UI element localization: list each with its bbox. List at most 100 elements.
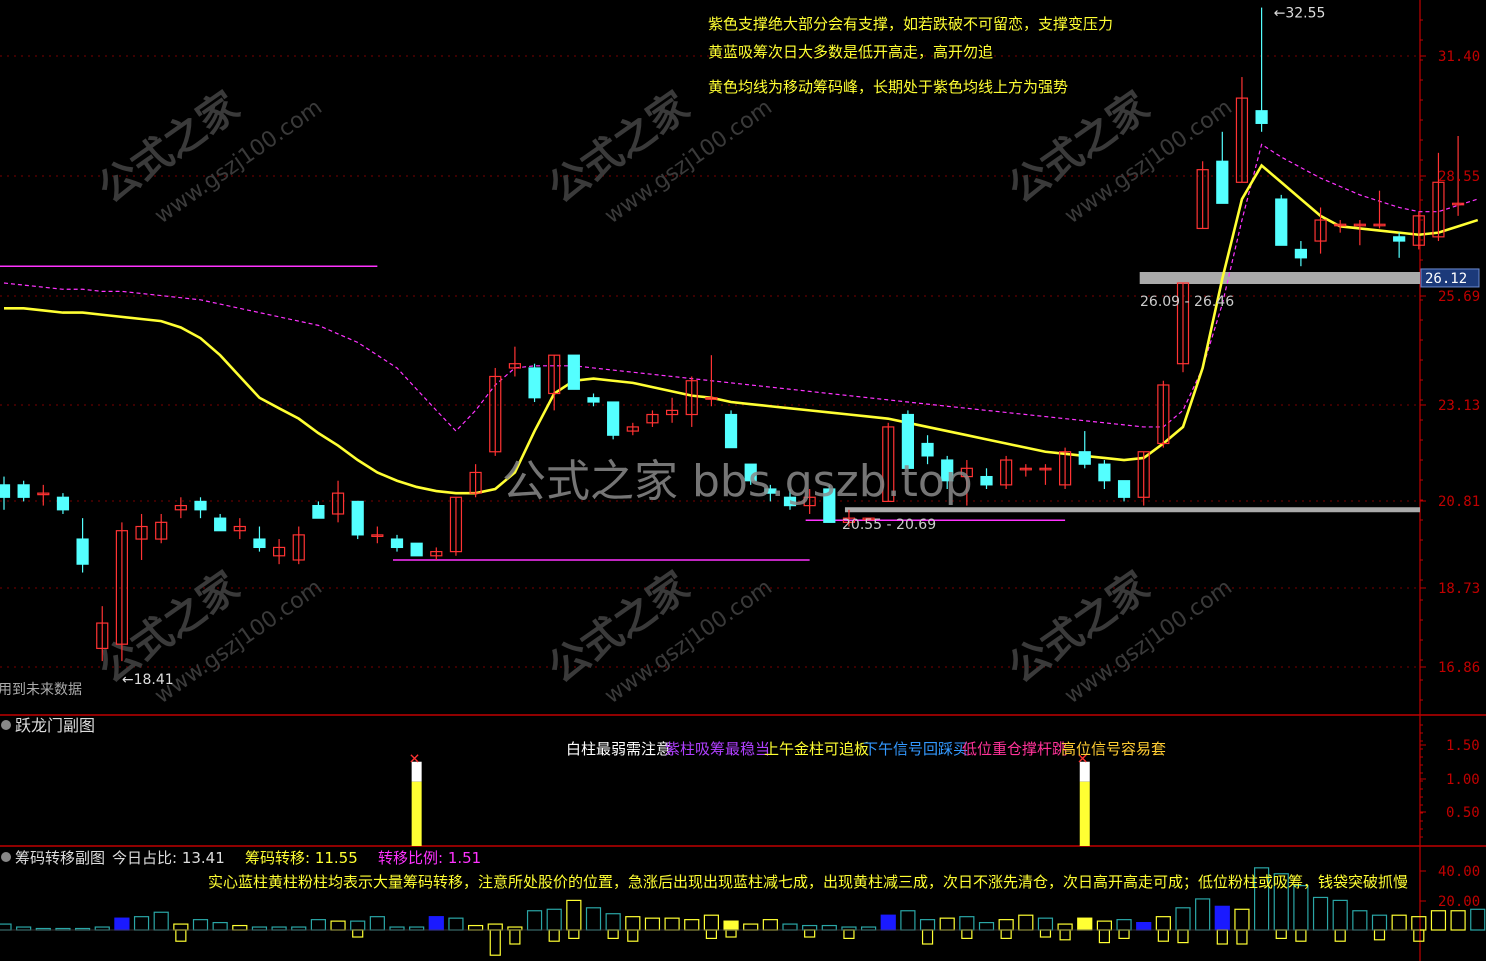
chip-transfer-neg-bar bbox=[568, 929, 580, 939]
sub1-collapse-icon bbox=[1, 720, 11, 730]
chip-transfer-bar bbox=[762, 919, 778, 931]
main-tick-label: 25.69 bbox=[1438, 289, 1480, 305]
chip-transfer-bar bbox=[487, 923, 503, 931]
high-marker-label: ←32.55 bbox=[1274, 6, 1326, 22]
chip-transfer-bar bbox=[1057, 923, 1073, 931]
chip-transfer-bar bbox=[1037, 917, 1054, 931]
candle-down bbox=[1078, 451, 1091, 465]
chip-transfer-bar bbox=[232, 924, 248, 931]
signal-legend-text: 紫柱吸筹最稳当 bbox=[665, 740, 770, 758]
signal-bar-yellow bbox=[1079, 781, 1090, 846]
chip-transfer-bar bbox=[350, 920, 366, 931]
chip-transfer-bar bbox=[212, 921, 228, 931]
chip-transfer-bar bbox=[526, 910, 543, 931]
chip-transfer-bar bbox=[428, 916, 444, 931]
signal-legend-text: 低位重仓撑杆跳 bbox=[962, 740, 1067, 758]
chip-transfer-bar bbox=[1470, 908, 1486, 931]
chip-transfer-bar bbox=[310, 919, 326, 931]
chip-transfer-bar bbox=[880, 914, 896, 931]
chip-transfer-bar bbox=[114, 917, 130, 931]
chip-transfer-bar bbox=[585, 907, 602, 931]
main-tick-label: 23.13 bbox=[1438, 398, 1480, 414]
signal-legend-text: 上午金柱可追板 bbox=[764, 740, 869, 758]
chip-transfer-bar bbox=[16, 926, 32, 931]
chip-transfer-neg-bar bbox=[352, 929, 364, 938]
watermark-tile-cn: 公式之家 bbox=[540, 83, 697, 212]
candle-down bbox=[410, 542, 423, 557]
candle-down bbox=[17, 484, 30, 498]
chip-transfer-bar bbox=[271, 926, 287, 931]
main-tick-label: 28.55 bbox=[1438, 169, 1480, 185]
candle-down bbox=[253, 538, 266, 549]
candle-down bbox=[214, 517, 227, 532]
strategy-note: 黄色均线为移动筹码峰，长期处于紫色均线上方为强势 bbox=[708, 78, 1068, 96]
candle-down bbox=[1117, 480, 1131, 498]
chip-transfer-neg-bar bbox=[1275, 929, 1287, 939]
main-tick-label: 20.81 bbox=[1438, 494, 1480, 510]
low-marker-label: ←18.41 bbox=[122, 672, 174, 688]
chip-transfer-bar bbox=[330, 920, 346, 931]
candle-down bbox=[1216, 160, 1229, 204]
chip-transfer-bar bbox=[625, 916, 641, 931]
chip-transfer-bar bbox=[448, 917, 464, 931]
candle-down bbox=[1275, 198, 1288, 246]
candle-down bbox=[567, 354, 580, 390]
chip-transfer-neg-bar bbox=[1000, 929, 1012, 939]
chip-transfer-bar bbox=[389, 926, 405, 931]
chip-transfer-bar bbox=[978, 921, 995, 931]
chip-transfer-bar bbox=[1352, 910, 1368, 931]
sub1-tick-label: 0.50 bbox=[1446, 805, 1480, 821]
chip-transfer-neg-bar bbox=[489, 929, 501, 956]
sub2-stat: 转移比例: 1.51 bbox=[378, 849, 481, 867]
chip-transfer-bar bbox=[1450, 910, 1466, 931]
candle-down bbox=[587, 397, 600, 403]
chip-transfer-neg-bar bbox=[1334, 929, 1346, 942]
watermark-tile-cn: 公式之家 bbox=[1000, 563, 1157, 692]
chip-transfer-neg-bar bbox=[1295, 929, 1307, 942]
candle-down bbox=[921, 442, 934, 457]
chip-transfer-bar bbox=[369, 916, 385, 931]
chip-transfer-bar bbox=[1155, 916, 1171, 931]
chip-transfer-bar bbox=[1312, 896, 1329, 931]
candle-down bbox=[528, 367, 541, 399]
chip-transfer-neg-bar bbox=[1098, 929, 1111, 944]
sub1-tick-label: 1.00 bbox=[1446, 772, 1480, 788]
chip-transfer-bar bbox=[1293, 884, 1309, 931]
purple-moving-average bbox=[3, 143, 1478, 432]
chip-transfer-neg-bar bbox=[1157, 929, 1169, 942]
chip-transfer-neg-bar bbox=[1177, 929, 1189, 944]
chip-transfer-neg-bar bbox=[705, 929, 718, 939]
chip-transfer-neg-bar bbox=[1039, 929, 1052, 938]
chip-transfer-bar bbox=[1371, 914, 1388, 931]
chip-transfer-neg-bar bbox=[1413, 929, 1425, 942]
candle-down bbox=[724, 413, 738, 449]
current-price-tag: 26.12 bbox=[1425, 271, 1467, 287]
chip-transfer-neg-bar bbox=[1216, 929, 1228, 945]
watermark-tile-cn: 公式之家 bbox=[1000, 83, 1157, 212]
signal-legend-text: 白柱最弱需注意 bbox=[566, 740, 671, 758]
stock-chart[interactable]: 公式之家www.gszj100.com 公式之家www.gszj100.com 公式… bbox=[0, 0, 1486, 961]
yellow-moving-average bbox=[4, 163, 1479, 495]
chip-transfer-bar bbox=[1116, 919, 1132, 931]
candle-down bbox=[1393, 236, 1406, 242]
price-axis: 31.40 28.55 25.69 23.13 20.81 18.73 16.86 26.12… bbox=[1420, 19, 1480, 910]
sub2-note: 实心蓝柱黄柱粉柱均表示大量筹码转移，注意所处股价的位置，急涨后出现出现蓝柱减七成… bbox=[208, 873, 1408, 891]
candle-down bbox=[0, 484, 11, 498]
chip-transfer-bar bbox=[1411, 916, 1427, 931]
sub-panel-yuelongmen[interactable]: ✕ ✕ bbox=[409, 752, 1090, 846]
chip-transfer-bar bbox=[1430, 910, 1447, 931]
chip-transfer-neg-bar bbox=[627, 929, 639, 942]
chip-transfer-bar bbox=[802, 924, 818, 931]
chip-transfer-neg-bar bbox=[1059, 929, 1071, 941]
candle-down bbox=[1098, 463, 1111, 482]
candle-down bbox=[312, 505, 325, 519]
center-watermark: 公式之家 bbs.gszb.top bbox=[502, 456, 973, 507]
watermark-tile-cn: 公式之家 bbox=[540, 563, 697, 692]
chip-transfer-bar bbox=[684, 919, 700, 931]
chip-transfer-bar bbox=[919, 919, 936, 931]
chip-transfer-bar bbox=[291, 926, 307, 931]
chip-transfer-bar bbox=[1096, 920, 1113, 931]
candle-down bbox=[56, 496, 70, 511]
chip-transfer-bar bbox=[1018, 914, 1034, 931]
signal-flag-icon: ✕ bbox=[409, 752, 421, 768]
